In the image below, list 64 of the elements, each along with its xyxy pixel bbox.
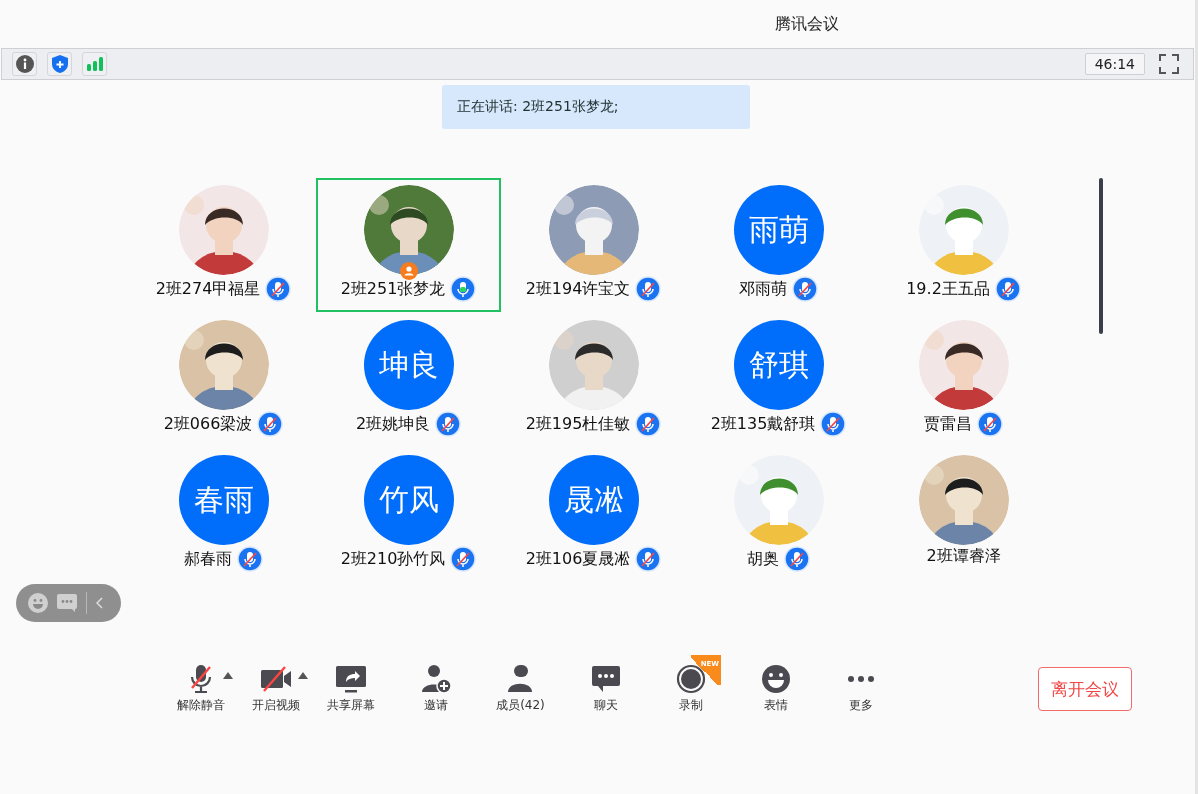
invite-button[interactable]: 邀请 bbox=[393, 664, 478, 714]
participant-name: 2班135戴舒琪 bbox=[710, 413, 816, 435]
participant-tile[interactable]: 竹风 2班210孙竹风 bbox=[316, 448, 501, 583]
window-title: 腾讯会议 bbox=[775, 13, 839, 35]
participant-name: 邓雨萌 bbox=[739, 278, 787, 300]
info-icon bbox=[15, 55, 34, 73]
participant-name: 贾雷昌 bbox=[924, 413, 972, 435]
participant-tile[interactable]: 19.2王五品 bbox=[871, 178, 1056, 313]
info-button[interactable] bbox=[12, 52, 37, 76]
participant-tile[interactable]: 晟凇 2班106夏晟凇 bbox=[501, 448, 686, 583]
caret-icon bbox=[223, 672, 233, 679]
participant-name: 2班106夏晟凇 bbox=[525, 548, 631, 570]
participant-name: 2班251张梦龙 bbox=[340, 278, 446, 300]
avatar: 坤良 bbox=[363, 320, 454, 410]
participant-tile[interactable]: 舒琪 2班135戴舒琪 bbox=[686, 313, 871, 448]
avatar: 雨萌 bbox=[733, 185, 824, 275]
avatar: 竹风 bbox=[363, 455, 454, 545]
participant-name: 2班195杜佳敏 bbox=[525, 413, 631, 435]
participant-tile[interactable]: 2班195杜佳敏 bbox=[501, 313, 686, 448]
caret-button[interactable] bbox=[298, 672, 308, 679]
fullscreen-icon bbox=[1159, 54, 1179, 74]
scrollbar[interactable] bbox=[1099, 178, 1103, 334]
participant-name: 2班194许宝文 bbox=[525, 278, 631, 300]
participant-tile[interactable]: 贾雷昌 bbox=[871, 313, 1056, 448]
members-button[interactable]: 成员(42) bbox=[478, 664, 563, 714]
participant-tile[interactable]: 2班谭睿泽 bbox=[871, 448, 1056, 583]
participant-tile[interactable]: 胡奥 bbox=[686, 448, 871, 583]
caret-button[interactable] bbox=[223, 672, 233, 679]
shield-icon bbox=[51, 55, 68, 73]
emoji-button[interactable]: 表情 bbox=[733, 664, 818, 714]
participant-tile[interactable]: 2班251张梦龙 bbox=[316, 178, 501, 312]
participant-tile[interactable]: 春雨 郝春雨 bbox=[131, 448, 316, 583]
participant-name: 胡奥 bbox=[747, 548, 779, 570]
emoji-icon[interactable] bbox=[28, 593, 48, 613]
participant-name: 2班274甲福星 bbox=[155, 278, 261, 300]
participant-name: 2班姚坤良 bbox=[355, 413, 431, 435]
avatar: 晟凇 bbox=[548, 455, 639, 545]
participant-name: 郝春雨 bbox=[184, 548, 232, 570]
chat-icon[interactable] bbox=[57, 594, 77, 612]
video-off-icon bbox=[258, 664, 293, 694]
caret-icon bbox=[298, 672, 308, 679]
participant-name: 2班210孙竹风 bbox=[340, 548, 446, 570]
participant-name: 2班066梁波 bbox=[163, 413, 253, 435]
speaking-banner: 正在讲话: 2班251张梦龙; bbox=[442, 85, 750, 129]
participant-tile[interactable]: 2班066梁波 bbox=[131, 313, 316, 448]
network-button[interactable] bbox=[82, 52, 107, 76]
participant-tile[interactable]: 坤良 2班姚坤良 bbox=[316, 313, 501, 448]
signal-icon bbox=[86, 57, 103, 71]
security-button[interactable] bbox=[47, 52, 72, 76]
fullscreen-button[interactable] bbox=[1159, 54, 1179, 74]
meeting-timer: 46:14 bbox=[1084, 53, 1145, 75]
share-icon bbox=[333, 664, 368, 694]
avatar: 舒琪 bbox=[733, 320, 824, 410]
leave-meeting-button[interactable]: 离开会议 bbox=[1038, 667, 1132, 711]
collapse-icon[interactable] bbox=[96, 597, 104, 609]
participant-name: 2班谭睿泽 bbox=[926, 546, 1001, 567]
avatar: 春雨 bbox=[178, 455, 269, 545]
participant-tile[interactable]: 雨萌 邓雨萌 bbox=[686, 178, 871, 313]
chat-button[interactable]: 聊天 bbox=[563, 664, 648, 714]
more-button[interactable]: 更多 bbox=[818, 664, 903, 714]
more-icon bbox=[845, 675, 876, 683]
participant-name: 19.2王五品 bbox=[906, 278, 990, 300]
participant-tile[interactable]: 2班274甲福星 bbox=[131, 178, 316, 313]
participant-tile[interactable]: 2班194许宝文 bbox=[501, 178, 686, 313]
